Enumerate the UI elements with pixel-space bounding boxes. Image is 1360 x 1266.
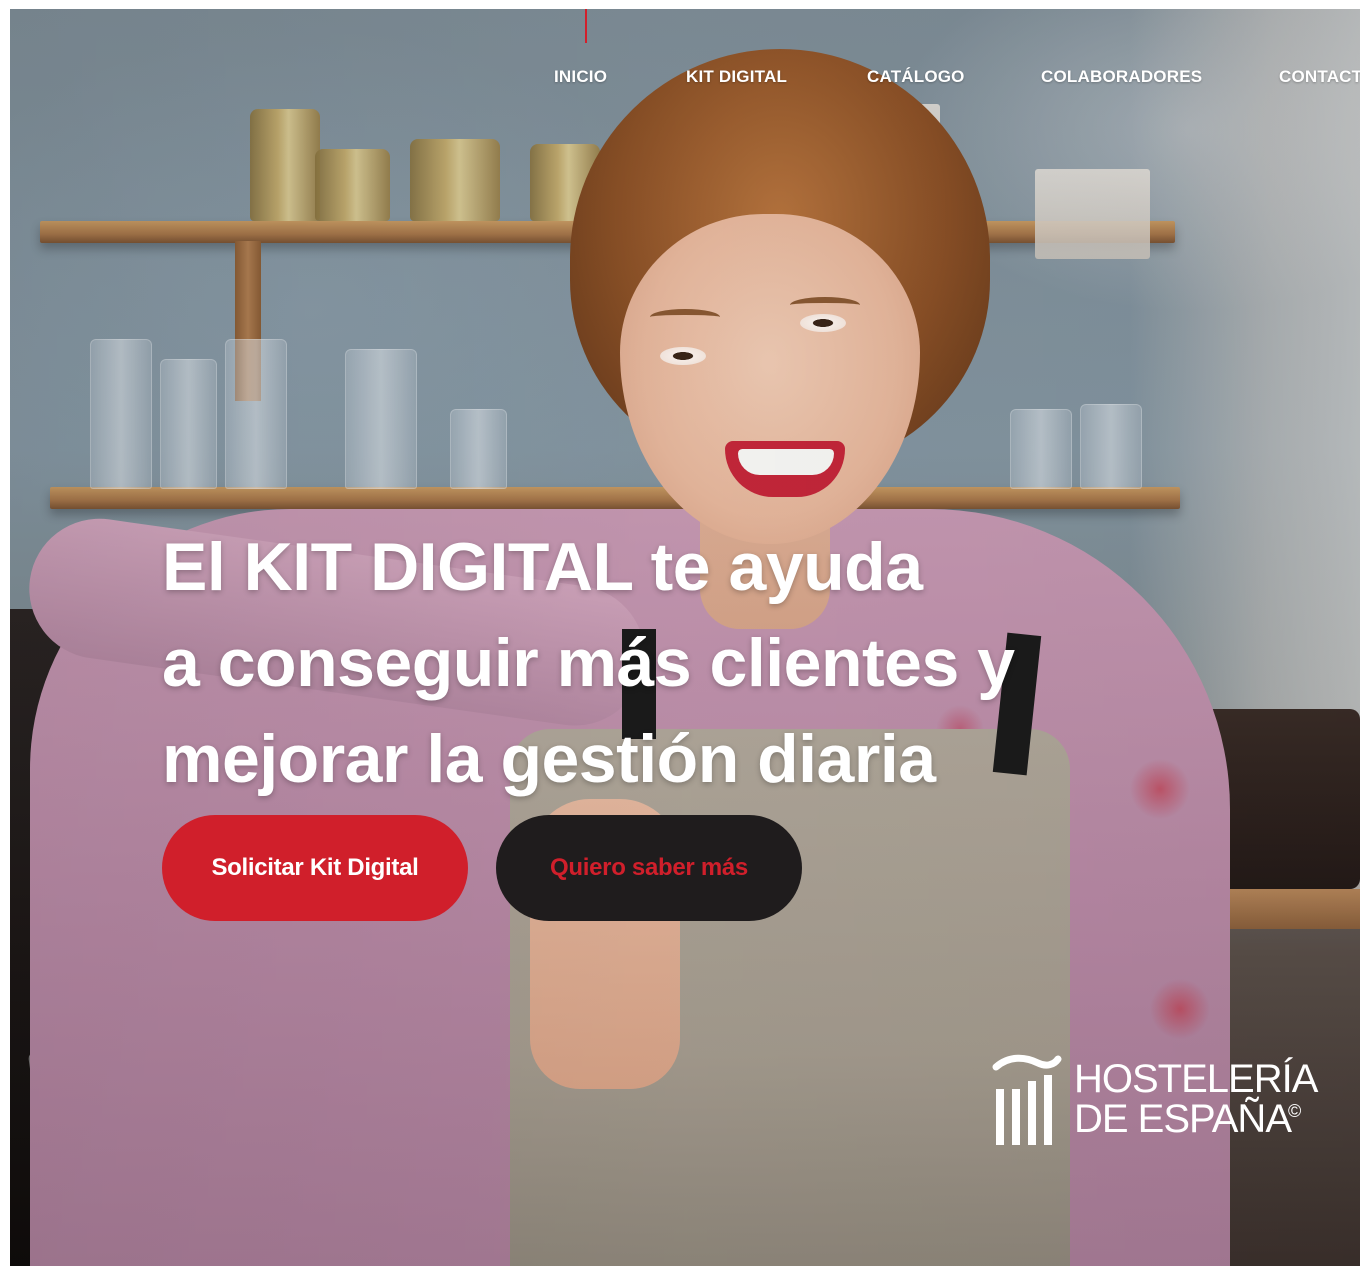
headline-line: El KIT DIGITAL te ayuda xyxy=(162,529,923,605)
headline-line: a conseguir más clientes y xyxy=(162,625,1015,701)
nav-item-catalogo[interactable]: CATÁLOGO xyxy=(867,67,965,87)
hosteleria-columns-logo-icon xyxy=(992,1054,1062,1145)
nav-item-kit-digital[interactable]: KIT DIGITAL xyxy=(686,67,787,87)
main-nav: INICIO KIT DIGITAL CATÁLOGO COLABORADORE… xyxy=(10,67,1360,91)
hosteleria-logo[interactable]: HOSTELERÍA DE ESPAÑA © xyxy=(992,1049,1322,1159)
active-nav-indicator xyxy=(585,9,587,43)
nav-item-inicio[interactable]: INICIO xyxy=(554,67,607,87)
solicitar-kit-digital-button[interactable]: Solicitar Kit Digital xyxy=(162,815,468,921)
logo-line-1: HOSTELERÍA xyxy=(1074,1057,1318,1101)
logo-line-2: DE ESPAÑA xyxy=(1074,1097,1292,1141)
nav-item-colaboradores[interactable]: COLABORADORES xyxy=(1041,67,1202,87)
quiero-saber-mas-button[interactable]: Quiero saber más xyxy=(496,815,802,921)
copyright-symbol: © xyxy=(1288,1101,1302,1121)
hero-section: INICIO KIT DIGITAL CATÁLOGO COLABORADORE… xyxy=(10,9,1360,1266)
headline-line: mejorar la gestión diaria xyxy=(162,721,936,797)
nav-item-contacto[interactable]: CONTACT xyxy=(1279,67,1360,87)
logo-wordmark: HOSTELERÍA DE ESPAÑA xyxy=(1074,1057,1318,1141)
hero-headline: El KIT DIGITAL te ayuda a conseguir más … xyxy=(162,519,1015,807)
